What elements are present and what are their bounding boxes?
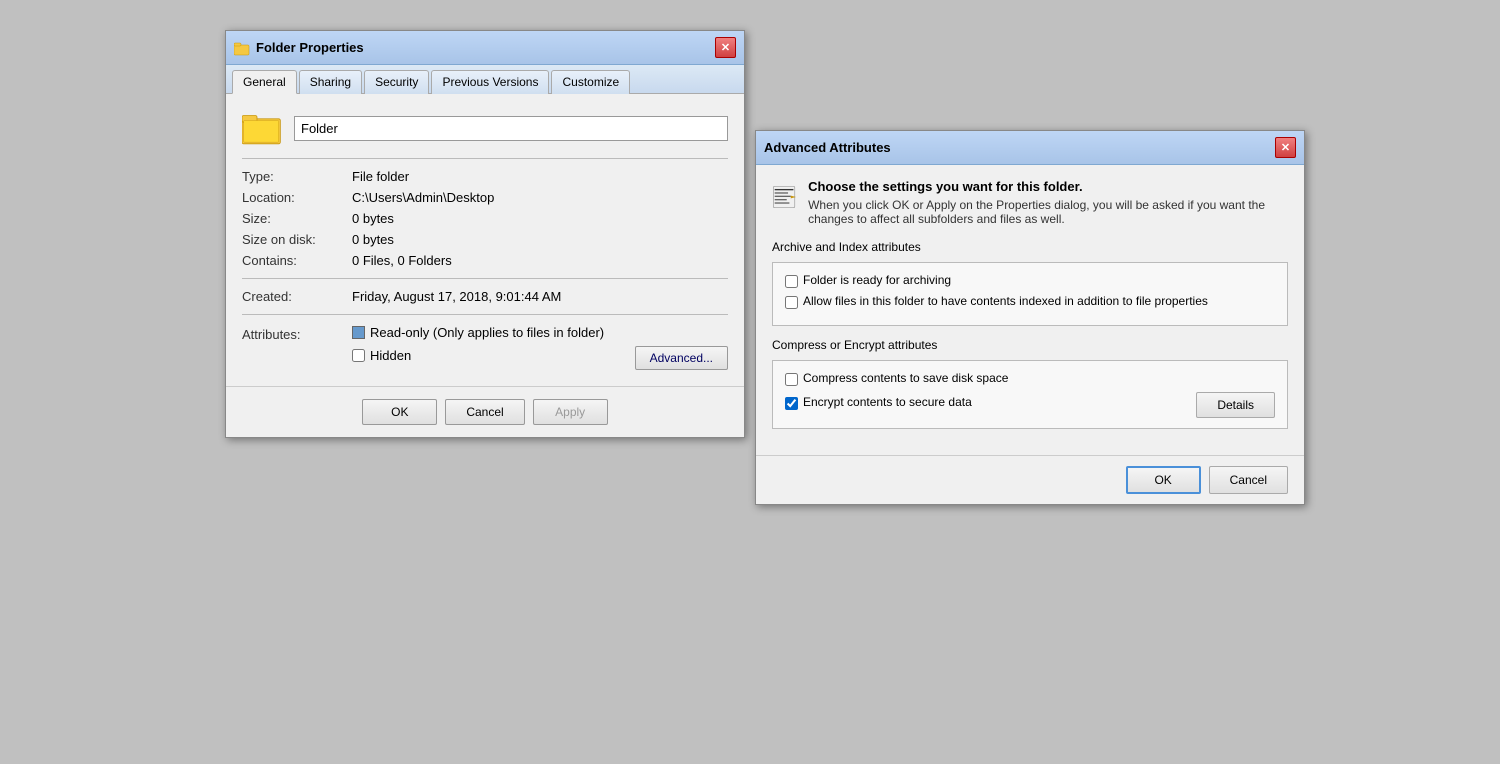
archive-checkbox-row: Folder is ready for archiving <box>785 273 1275 288</box>
advanced-attrs-title-bar: Advanced Attributes ✕ <box>756 131 1304 165</box>
created-label: Created: <box>242 289 352 304</box>
encrypt-checkbox-row: Encrypt contents to secure data <box>785 395 1188 410</box>
compress-checkbox[interactable] <box>785 373 798 386</box>
folder-name-input[interactable] <box>294 116 728 141</box>
archive-section-box: Folder is ready for archiving Allow file… <box>772 262 1288 326</box>
advanced-button[interactable]: Advanced... <box>635 346 728 370</box>
compress-label: Compress contents to save disk space <box>803 371 1008 385</box>
folder-props-tabs: General Sharing Security Previous Versio… <box>226 65 744 94</box>
adv-ok-button[interactable]: OK <box>1126 466 1201 494</box>
attributes-controls: Read-only (Only applies to files in fold… <box>352 325 728 370</box>
apply-button[interactable]: Apply <box>533 399 608 425</box>
created-value: Friday, August 17, 2018, 9:01:44 AM <box>352 289 561 304</box>
folder-properties-window: Folder Properties ✕ General Sharing Secu… <box>225 30 745 438</box>
contains-label: Contains: <box>242 253 352 268</box>
size-row: Size: 0 bytes <box>242 211 728 226</box>
type-label: Type: <box>242 169 352 184</box>
location-value: C:\Users\Admin\Desktop <box>352 190 494 205</box>
location-row: Location: C:\Users\Admin\Desktop <box>242 190 728 205</box>
advanced-attrs-icon <box>772 179 796 215</box>
size-on-disk-row: Size on disk: 0 bytes <box>242 232 728 247</box>
created-row: Created: Friday, August 17, 2018, 9:01:4… <box>242 289 728 304</box>
separator-2 <box>242 278 728 279</box>
type-value: File folder <box>352 169 409 184</box>
general-tab-content: Type: File folder Location: C:\Users\Adm… <box>226 94 744 386</box>
adv-desc-line1: Choose the settings you want for this fo… <box>808 179 1288 194</box>
adv-desc-line2: When you click OK or Apply on the Proper… <box>808 198 1288 226</box>
index-checkbox[interactable] <box>785 296 798 309</box>
size-value: 0 bytes <box>352 211 394 226</box>
encrypt-checkbox[interactable] <box>785 397 798 410</box>
folder-props-close-button[interactable]: ✕ <box>715 37 736 58</box>
folder-props-buttons: OK Cancel Apply <box>226 386 744 437</box>
tab-sharing[interactable]: Sharing <box>299 70 362 94</box>
compress-section-box: Compress contents to save disk space Enc… <box>772 360 1288 429</box>
folder-props-title-bar: Folder Properties ✕ <box>226 31 744 65</box>
tab-security[interactable]: Security <box>364 70 429 94</box>
tab-customize[interactable]: Customize <box>551 70 630 94</box>
archive-section-title: Archive and Index attributes <box>772 240 1288 254</box>
advanced-attrs-title: Advanced Attributes <box>764 140 891 155</box>
archive-checkbox[interactable] <box>785 275 798 288</box>
contains-row: Contains: 0 Files, 0 Folders <box>242 253 728 268</box>
folder-header <box>242 110 728 146</box>
separator-3 <box>242 314 728 315</box>
index-label: Allow files in this folder to have conte… <box>803 294 1208 308</box>
details-button[interactable]: Details <box>1196 392 1275 418</box>
folder-props-title: Folder Properties <box>234 40 364 56</box>
attributes-row: Attributes: Read-only (Only applies to f… <box>242 325 728 370</box>
advanced-attributes-window: Advanced Attributes ✕ Choose the setting… <box>755 130 1305 505</box>
adv-cancel-button[interactable]: Cancel <box>1209 466 1288 494</box>
folder-large-icon <box>242 110 282 146</box>
encrypt-label: Encrypt contents to secure data <box>803 395 972 409</box>
contains-value: 0 Files, 0 Folders <box>352 253 452 268</box>
advanced-attrs-header: Choose the settings you want for this fo… <box>772 179 1288 226</box>
advanced-attrs-content: Choose the settings you want for this fo… <box>756 165 1304 455</box>
advanced-attrs-buttons: OK Cancel <box>756 455 1304 504</box>
advanced-attrs-close-button[interactable]: ✕ <box>1275 137 1296 158</box>
index-checkbox-row: Allow files in this folder to have conte… <box>785 294 1275 309</box>
advanced-attrs-description: Choose the settings you want for this fo… <box>808 179 1288 226</box>
tab-general[interactable]: General <box>232 70 297 94</box>
readonly-checkbox[interactable] <box>352 326 365 339</box>
readonly-label: Read-only (Only applies to files in fold… <box>370 325 604 340</box>
type-row: Type: File folder <box>242 169 728 184</box>
location-label: Location: <box>242 190 352 205</box>
compress-checkbox-row: Compress contents to save disk space <box>785 371 1275 386</box>
hidden-checkbox[interactable] <box>352 349 365 362</box>
hidden-checkbox-row: Hidden <box>352 348 411 363</box>
compress-section-title: Compress or Encrypt attributes <box>772 338 1288 352</box>
archive-label: Folder is ready for archiving <box>803 273 951 287</box>
attributes-label: Attributes: <box>242 325 352 342</box>
readonly-checkbox-row: Read-only (Only applies to files in fold… <box>352 325 728 340</box>
title-folder-icon <box>234 40 250 56</box>
size-on-disk-label: Size on disk: <box>242 232 352 247</box>
size-on-disk-value: 0 bytes <box>352 232 394 247</box>
tab-previous-versions[interactable]: Previous Versions <box>431 70 549 94</box>
size-label: Size: <box>242 211 352 226</box>
cancel-button[interactable]: Cancel <box>445 399 524 425</box>
hidden-label: Hidden <box>370 348 411 363</box>
ok-button[interactable]: OK <box>362 399 437 425</box>
separator-1 <box>242 158 728 159</box>
